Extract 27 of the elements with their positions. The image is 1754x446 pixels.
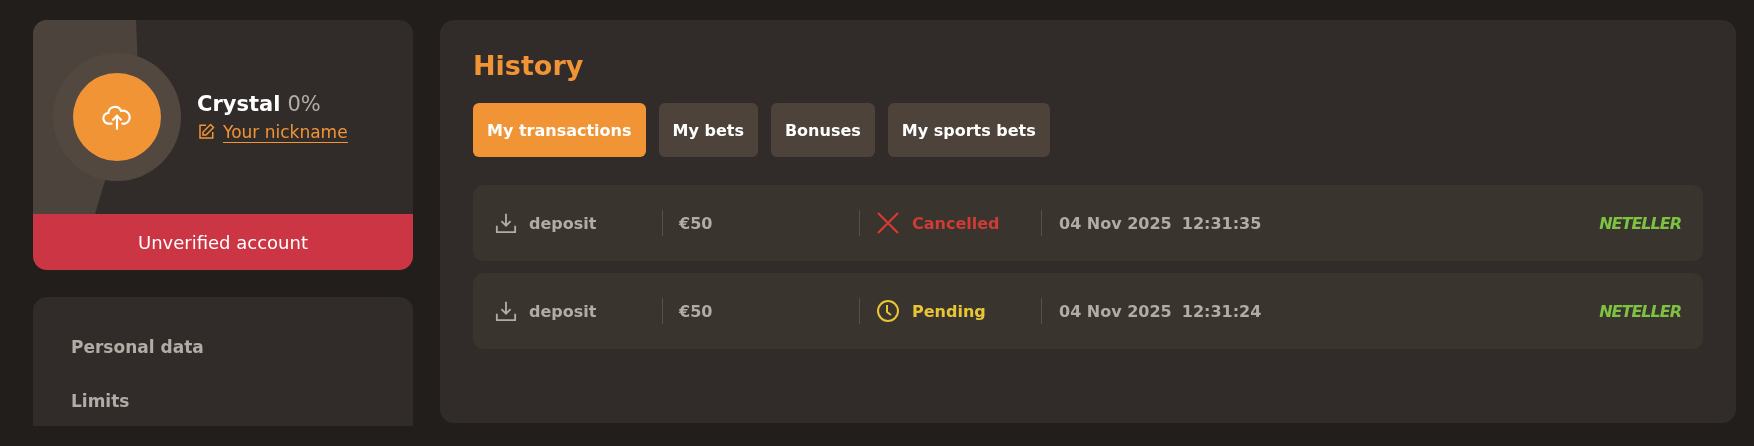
menu-item[interactable]: Limits (71, 391, 413, 411)
download-icon (495, 300, 517, 322)
transaction-date: 04 Nov 2025 (1059, 301, 1172, 321)
user-name: Crystal (197, 91, 281, 116)
transaction-type: deposit (529, 213, 597, 233)
download-icon (495, 212, 517, 234)
history-tab[interactable]: Bonuses (770, 103, 875, 157)
transaction-type: deposit (529, 301, 597, 321)
menu-item[interactable]: Personal data (71, 337, 413, 357)
transaction-date: 04 Nov 2025 (1059, 213, 1172, 233)
history-title: History (473, 50, 585, 81)
payment-method-logo: NETELLER (1599, 213, 1681, 233)
nickname-link[interactable]: Your nickname (223, 121, 348, 143)
clock-icon (876, 299, 900, 323)
payment-method-logo: NETELLER (1599, 301, 1681, 321)
transaction-amount: €50 (679, 213, 713, 233)
history-tab[interactable]: My sports bets (887, 103, 1050, 157)
transaction-time: 12:31:35 (1181, 213, 1262, 233)
close-icon (876, 211, 900, 235)
transaction-amount: €50 (679, 301, 713, 321)
unverified-banner: Unverified account (33, 214, 413, 270)
history-tab[interactable]: My bets (658, 103, 758, 157)
progress-percent: 0% (287, 91, 321, 116)
transaction-status: Cancelled (912, 213, 1000, 233)
edit-icon[interactable] (197, 123, 215, 141)
transaction-status: Pending (912, 301, 986, 321)
transaction-time: 12:31:24 (1181, 301, 1262, 321)
